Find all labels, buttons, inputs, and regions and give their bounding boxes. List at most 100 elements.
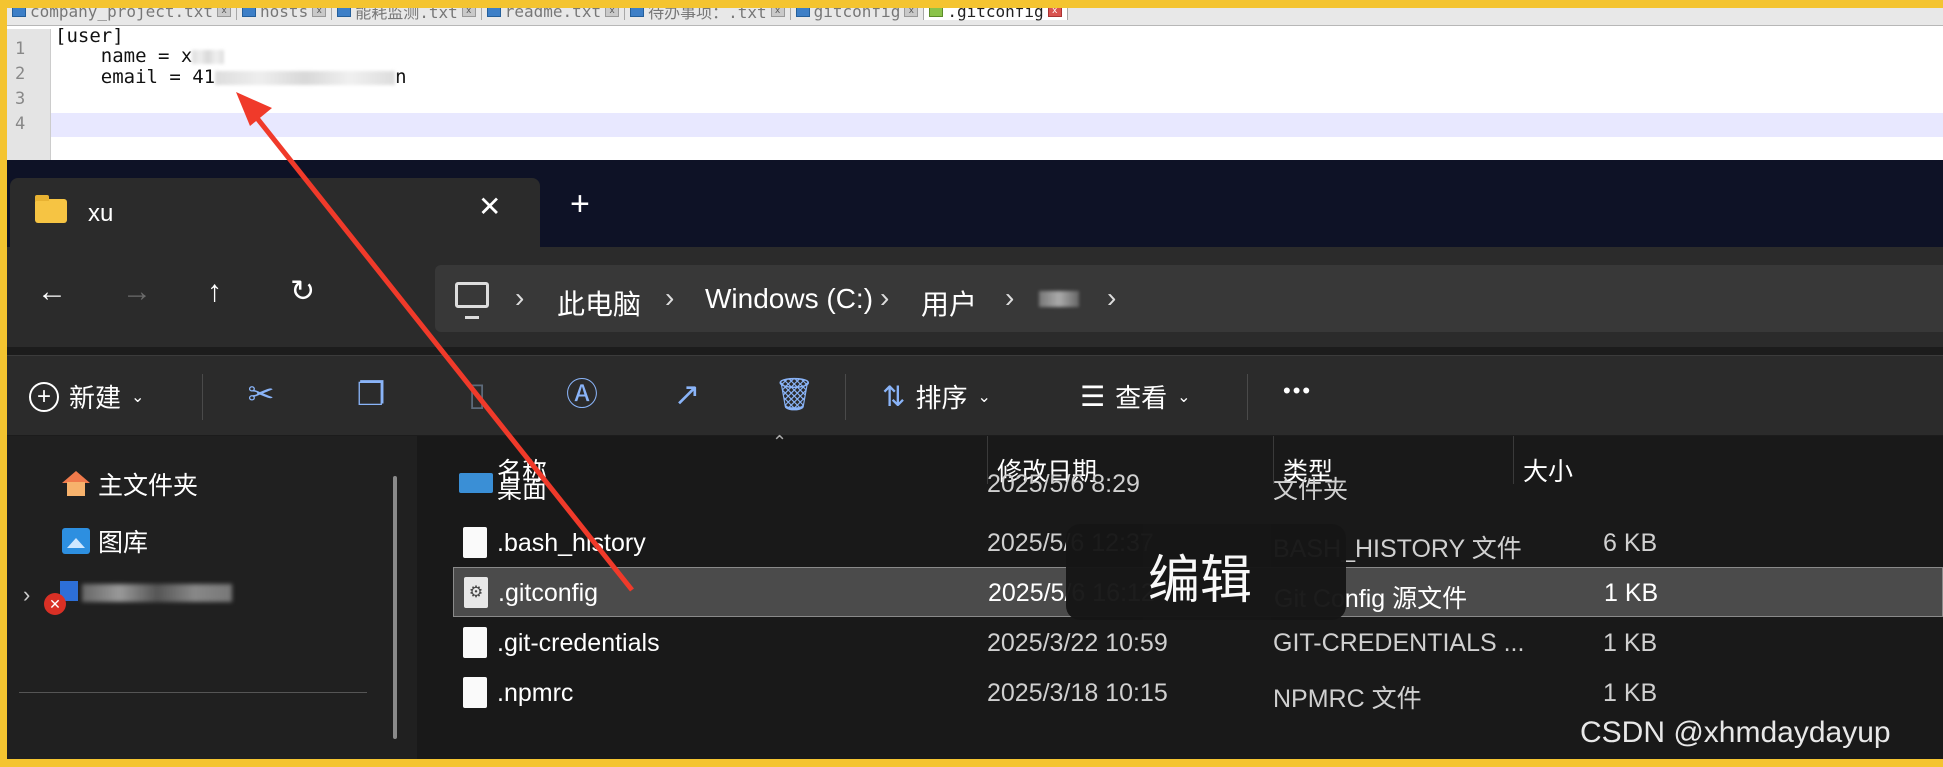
file-row[interactable]: .git-credentials 2025/3/22 10:59 GIT-CRE…: [453, 618, 1943, 668]
tab-close-icon[interactable]: x: [1047, 8, 1062, 17]
file-type: 文件夹: [1273, 476, 1349, 500]
view-button-label: 查看: [1115, 383, 1168, 413]
file-icon: [463, 677, 487, 708]
tooltip-text: 编辑: [1148, 552, 1253, 610]
chevron-up-icon: ⌃: [772, 432, 788, 452]
sidebar-item-home[interactable]: 主文件夹: [62, 466, 198, 502]
new-button[interactable]: + 新建 ⌄: [29, 378, 144, 415]
computer-icon: [455, 282, 489, 319]
chevron-right-icon: ›: [1005, 282, 1015, 313]
sidebar-item-label: 图库: [98, 529, 149, 557]
breadcrumb-item[interactable]: Windows (C:): [705, 283, 873, 315]
tab-close-icon[interactable]: x: [312, 8, 327, 17]
editor-tab[interactable]: hosts x: [237, 8, 333, 21]
forward-button[interactable]: →: [122, 277, 152, 307]
code-text: n: [395, 66, 407, 88]
editor-tab-label: hosts: [260, 8, 309, 21]
up-button[interactable]: ↑: [207, 277, 222, 307]
redacted-account[interactable]: [82, 584, 232, 602]
file-modified: 2025/3/18 10:15: [987, 679, 1168, 707]
file-size: 1 KB: [1603, 629, 1658, 657]
file-icon: [929, 8, 944, 17]
file-icon: [463, 527, 487, 558]
editor-tab-bar: company_project.txt x hosts x 能耗监测.txt x re…: [7, 8, 1943, 26]
file-row[interactable]: .npmrc 2025/3/18 10:15 NPMRC 文件 1 KB: [453, 668, 1943, 718]
gallery-icon: [62, 528, 90, 554]
file-size: 1 KB: [1603, 679, 1658, 707]
copy-icon[interactable]: ❐: [353, 376, 389, 412]
share-icon[interactable]: ↗: [669, 376, 705, 412]
back-button[interactable]: ←: [37, 277, 67, 307]
line-number-gutter: 1 2 3 4: [7, 29, 51, 160]
redacted-text: [1039, 291, 1079, 307]
editor-tab-active[interactable]: .gitconfig x: [924, 8, 1068, 21]
file-name: .gitconfig: [498, 579, 599, 607]
editor-tab-label: readme.txt: [504, 8, 602, 21]
scrollbar[interactable]: [393, 476, 397, 739]
toolbar-divider: [1247, 374, 1248, 420]
file-type: GIT-CREDENTIALS ...: [1273, 629, 1525, 657]
file-size: 1 KB: [1604, 579, 1659, 607]
text-editor-window: company_project.txt x hosts x 能耗监测.txt x re…: [7, 8, 1943, 160]
file-icon: [463, 627, 487, 658]
breadcrumb-item[interactable]: 此电脑: [557, 283, 641, 323]
code-line[interactable]: email = 41 n: [55, 66, 407, 88]
chevron-right-icon[interactable]: ›: [23, 582, 30, 608]
yellow-frame-top: [0, 0, 1943, 8]
editor-tab[interactable]: readme.txt x: [482, 8, 626, 21]
sidebar-item-label: 主文件夹: [98, 472, 199, 500]
toolbar-divider: [845, 374, 846, 420]
new-button-label: 新建: [69, 383, 122, 413]
sort-button[interactable]: ⇅ 排序 ⌄: [882, 378, 991, 415]
code-line[interactable]: [user]: [55, 25, 124, 47]
delete-icon[interactable]: 🗑: [774, 376, 815, 412]
navigation-pane: 主文件夹 图库 › ✕: [7, 436, 417, 759]
file-icon: [795, 8, 810, 17]
line-number: 1: [15, 39, 26, 59]
chevron-right-icon: ›: [665, 282, 675, 313]
editor-tab[interactable]: company_project.txt x: [7, 8, 238, 21]
file-explorer-window: xu ✕ + ← → ↑ ↻ › 此电脑 › Windows (C:) › 用户…: [7, 160, 1943, 759]
breadcrumb-item[interactable]: 用户: [921, 283, 977, 323]
folder-icon: [459, 473, 493, 493]
file-row[interactable]: 桌面 2025/5/6 8:29 文件夹: [453, 466, 1943, 500]
command-bar: + 新建 ⌄ ✂ ❐ ▯ Ⓐ ↗ 🗑 ⇅ 排序 ⌄ ☰ 查看 ⌄ •••: [7, 355, 1943, 435]
close-icon[interactable]: ✕: [478, 190, 501, 223]
file-name: 桌面: [497, 476, 548, 500]
editor-tab[interactable]: gitconfig x: [791, 8, 925, 21]
address-bar[interactable]: › 此电脑 › Windows (C:) › 用户 › ›: [435, 265, 1943, 332]
error-badge-icon: ✕: [44, 593, 66, 615]
navigation-bar: ← → ↑ ↻ › 此电脑 › Windows (C:) › 用户 › ›: [7, 247, 1943, 347]
editor-tab-label: .gitconfig: [947, 8, 1044, 21]
editor-tab-label: 待办事项：.txt: [648, 8, 767, 22]
rename-icon[interactable]: Ⓐ: [564, 376, 600, 412]
new-tab-button[interactable]: +: [570, 187, 590, 221]
file-icon: [242, 8, 257, 17]
tab-close-icon[interactable]: x: [770, 8, 785, 17]
line-number: 3: [15, 89, 26, 109]
yellow-frame-bottom: [0, 759, 1943, 767]
view-button[interactable]: ☰ 查看 ⌄: [1080, 378, 1191, 415]
code-text: name = x: [55, 45, 193, 67]
folder-icon: [35, 195, 67, 223]
cut-icon[interactable]: ✂: [243, 376, 279, 412]
tab-close-icon[interactable]: x: [904, 8, 919, 17]
chevron-down-icon: ⌄: [977, 388, 991, 406]
tab-close-icon[interactable]: x: [461, 8, 476, 17]
file-name: .npmrc: [497, 679, 574, 707]
explorer-title-bar: xu ✕ +: [7, 160, 1943, 247]
code-text: email = 41: [55, 66, 216, 88]
tab-close-icon[interactable]: x: [217, 8, 232, 17]
editor-tab[interactable]: 能耗监测.txt x: [332, 8, 482, 22]
paste-icon[interactable]: ▯: [459, 376, 495, 412]
refresh-button[interactable]: ↻: [290, 277, 315, 307]
explorer-tab[interactable]: xu ✕: [10, 178, 540, 247]
editor-tab-label: company_project.txt: [30, 8, 214, 21]
tab-close-icon[interactable]: x: [605, 8, 620, 17]
editor-tab-label: 能耗监测.txt: [355, 8, 458, 22]
sidebar-item-gallery[interactable]: 图库: [62, 523, 148, 559]
editor-tab[interactable]: 待办事项：.txt x: [625, 8, 791, 22]
code-line[interactable]: name = x: [55, 45, 225, 67]
more-options-button[interactable]: •••: [1283, 378, 1312, 404]
chevron-right-icon: ›: [515, 282, 525, 313]
